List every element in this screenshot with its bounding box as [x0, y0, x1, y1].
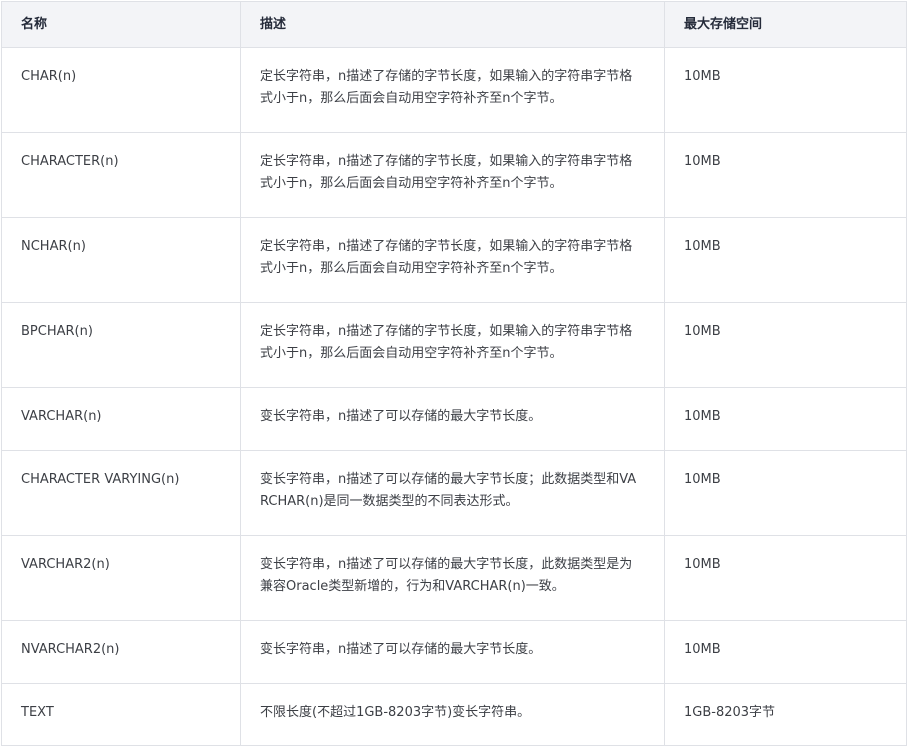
- cell-description: 变长字符串，n描述了可以存储的最大字节长度；此数据类型和VARCHAR(n)是同…: [240, 450, 665, 536]
- cell-description: 不限长度(不超过1GB-8203字节)变长字符串。: [240, 683, 665, 746]
- cell-max-storage: 10MB: [664, 387, 907, 451]
- table-row: CHAR(n) 定长字符串，n描述了存储的字节长度，如果输入的字符串字节格式小于…: [1, 47, 907, 133]
- cell-name: CHARACTER(n): [1, 132, 241, 218]
- table-row: VARCHAR(n) 变长字符串，n描述了可以存储的最大字节长度。 10MB: [1, 387, 907, 451]
- table-row: CHARACTER(n) 定长字符串，n描述了存储的字节长度，如果输入的字符串字…: [1, 132, 907, 218]
- cell-description: 定长字符串，n描述了存储的字节长度，如果输入的字符串字节格式小于n，那么后面会自…: [240, 47, 665, 133]
- table-row: NCHAR(n) 定长字符串，n描述了存储的字节长度，如果输入的字符串字节格式小…: [1, 217, 907, 303]
- cell-max-storage: 10MB: [664, 132, 907, 218]
- cell-name: NVARCHAR2(n): [1, 620, 241, 684]
- cell-max-storage: 1GB-8203字节: [664, 683, 907, 746]
- cell-description: 变长字符串，n描述了可以存储的最大字节长度，此数据类型是为兼容Oracle类型新…: [240, 535, 665, 621]
- cell-max-storage: 10MB: [664, 217, 907, 303]
- cell-max-storage: 10MB: [664, 302, 907, 388]
- table-row: VARCHAR2(n) 变长字符串，n描述了可以存储的最大字节长度，此数据类型是…: [1, 535, 907, 621]
- table-row: CHARACTER VARYING(n) 变长字符串，n描述了可以存储的最大字节…: [1, 450, 907, 536]
- cell-name: BPCHAR(n): [1, 302, 241, 388]
- cell-name: NCHAR(n): [1, 217, 241, 303]
- header-description: 描述: [240, 1, 665, 48]
- header-name: 名称: [1, 1, 241, 48]
- table-row: TEXT 不限长度(不超过1GB-8203字节)变长字符串。 1GB-8203字…: [1, 683, 907, 746]
- cell-name: CHARACTER VARYING(n): [1, 450, 241, 536]
- cell-name: VARCHAR2(n): [1, 535, 241, 621]
- cell-max-storage: 10MB: [664, 450, 907, 536]
- cell-max-storage: 10MB: [664, 47, 907, 133]
- cell-description: 变长字符串，n描述了可以存储的最大字节长度。: [240, 387, 665, 451]
- table-row: NVARCHAR2(n) 变长字符串，n描述了可以存储的最大字节长度。 10MB: [1, 620, 907, 684]
- cell-name: VARCHAR(n): [1, 387, 241, 451]
- header-max-storage: 最大存储空间: [664, 1, 907, 48]
- cell-name: TEXT: [1, 683, 241, 746]
- cell-description: 定长字符串，n描述了存储的字节长度，如果输入的字符串字节格式小于n，那么后面会自…: [240, 132, 665, 218]
- data-types-table: 名称 描述 最大存储空间 CHAR(n) 定长字符串，n描述了存储的字节长度，如…: [1, 1, 907, 746]
- cell-max-storage: 10MB: [664, 620, 907, 684]
- cell-name: CHAR(n): [1, 47, 241, 133]
- table-header-row: 名称 描述 最大存储空间: [1, 1, 907, 48]
- cell-description: 变长字符串，n描述了可以存储的最大字节长度。: [240, 620, 665, 684]
- table-row: BPCHAR(n) 定长字符串，n描述了存储的字节长度，如果输入的字符串字节格式…: [1, 302, 907, 388]
- cell-description: 定长字符串，n描述了存储的字节长度，如果输入的字符串字节格式小于n，那么后面会自…: [240, 217, 665, 303]
- cell-max-storage: 10MB: [664, 535, 907, 621]
- cell-description: 定长字符串，n描述了存储的字节长度，如果输入的字符串字节格式小于n，那么后面会自…: [240, 302, 665, 388]
